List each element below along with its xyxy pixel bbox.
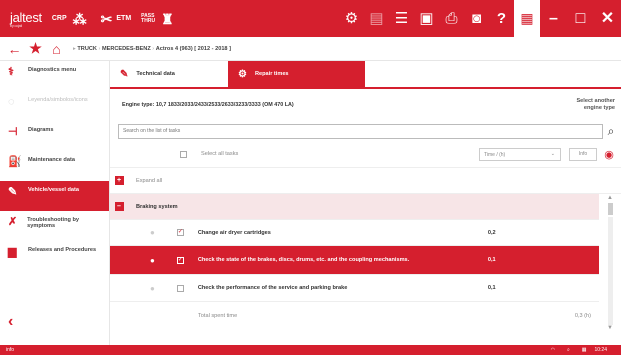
list-scrollbar[interactable]: ▲ ▼ bbox=[599, 195, 621, 331]
help-icon[interactable]: ? bbox=[489, 0, 514, 37]
save-icon[interactable]: ▣ bbox=[414, 0, 439, 37]
wrench-icon: ✎ bbox=[8, 186, 18, 198]
engine-type-row: Engine type: 10,7 1833/2033/2433/2533/26… bbox=[110, 89, 621, 121]
pass-thru-button[interactable]: PASS THRU ♜ bbox=[141, 12, 178, 26]
etm-button[interactable]: ✂ ETM bbox=[101, 12, 132, 26]
breadcrumb-segment[interactable]: MERCEDES-BENZ bbox=[102, 46, 151, 52]
status-bar: info ◠ ⌕ ▦ 10:24 bbox=[0, 345, 621, 355]
minus-icon[interactable]: – bbox=[114, 202, 124, 211]
info-button[interactable]: Info bbox=[569, 147, 597, 161]
top-toolbar: jaltest by cojali CRP ⁂ ✂ ETM PASS THRU … bbox=[0, 0, 621, 37]
jaltest-app: jaltest by cojali CRP ⁂ ✂ ETM PASS THRU … bbox=[0, 0, 621, 355]
sidebar-item-legend: ◌ Leyenda/simbolos/icons bbox=[8, 96, 88, 108]
back-arrow-icon[interactable]: ← bbox=[4, 41, 25, 57]
sidebar-item-diagnostics-menu[interactable]: ⚕ Diagnostics menu bbox=[0, 61, 109, 91]
task-row[interactable]: ● Check the performance of the service a… bbox=[110, 275, 599, 302]
repair-task-list: Select all tasks Time / (h) ⌄ Info ◉ + E… bbox=[110, 141, 621, 331]
wifi-icon: ◠ bbox=[550, 347, 555, 353]
chevron-down-icon: ⌄ bbox=[550, 150, 555, 157]
task-row[interactable]: ● ✓ Change air dryer cartridges 0,2 bbox=[110, 220, 599, 246]
total-time-value: 0,3 (h) bbox=[574, 312, 591, 319]
tab-repair-times[interactable]: ⚙ Repair times bbox=[228, 61, 365, 87]
scroll-down-icon[interactable]: ▼ bbox=[599, 325, 621, 331]
oil-can-icon: ⛽ bbox=[8, 156, 22, 168]
comment-bubble-icon[interactable]: ● bbox=[150, 228, 155, 237]
main-panel: ✎ Technical data ⚙ Repair times Engine t… bbox=[110, 61, 621, 345]
sidebar-item-troubleshooting[interactable]: ✗ Troubleshooting by symptoms bbox=[0, 211, 109, 241]
calendar-icon: ▦ bbox=[581, 347, 587, 353]
print-icon[interactable]: ⎙ bbox=[439, 0, 464, 37]
sidebar-item-releases[interactable]: ▆ Releases and Procedures bbox=[0, 241, 109, 271]
breadcrumb-segment[interactable]: TRUCK bbox=[77, 46, 97, 52]
comment-bubble-icon[interactable]: ● bbox=[150, 256, 155, 265]
headset-icon: ◌ bbox=[8, 96, 15, 108]
sidebar-item-vehicle-data[interactable]: ✎ Vehicle/vessel data bbox=[0, 181, 109, 211]
list-icon[interactable]: ☰ bbox=[389, 0, 414, 37]
tab-bar: ✎ Technical data ⚙ Repair times bbox=[110, 61, 621, 89]
breadcrumb-segment[interactable]: Actros 4 (963) [ 2012 - 2018 ] bbox=[156, 46, 231, 52]
select-all-checkbox[interactable] bbox=[180, 150, 187, 158]
eye-icon[interactable]: ◉ bbox=[597, 148, 621, 161]
search-row: ⌕ bbox=[110, 121, 621, 141]
connector-icon: ♜ bbox=[161, 10, 174, 27]
gear-clock-icon: ⚙ bbox=[238, 68, 247, 80]
wrench-icon: ✎ bbox=[120, 68, 129, 80]
expand-all-row: + Expand all bbox=[110, 168, 621, 194]
search-icon: ⌕ bbox=[566, 347, 570, 353]
troubleshooting-icon: ✗ bbox=[8, 216, 18, 228]
home-icon[interactable]: ⌂ bbox=[46, 41, 67, 57]
diagnostics-icon: ⚕ bbox=[8, 66, 14, 78]
crp-button[interactable]: CRP ⁂ bbox=[52, 12, 91, 26]
jaltest-logo: jaltest by cojali bbox=[10, 9, 42, 28]
sidebar: ⚕ Diagnostics menu ◌ Leyenda/simbolos/ic… bbox=[0, 61, 110, 345]
task-search-input[interactable] bbox=[118, 123, 603, 139]
comment-bubble-icon[interactable]: ● bbox=[150, 284, 155, 293]
expand-all-button[interactable]: Expand all bbox=[136, 178, 162, 184]
task-checkbox[interactable]: ✓ bbox=[176, 256, 184, 264]
collapse-sidebar-icon[interactable]: ‹ bbox=[8, 313, 13, 331]
sidebar-item-diagrams[interactable]: ⊣ Diagrams bbox=[0, 121, 109, 151]
minimize-button[interactable]: – bbox=[540, 0, 567, 37]
total-row: Total spent time 0,3 (h) bbox=[198, 312, 591, 319]
scroll-up-icon[interactable]: ▲ bbox=[599, 195, 621, 201]
group-row-braking-system[interactable]: – Braking system bbox=[110, 194, 599, 220]
favorite-star-icon[interactable]: ★ bbox=[25, 40, 46, 57]
engine-type-value: 10,7 1833/2033/2433/2533/2633/3233/3333 … bbox=[155, 102, 294, 108]
network-icon: ⁂ bbox=[72, 10, 87, 27]
document-stack-icon: ▆ bbox=[8, 246, 17, 258]
diagram-icon: ⊣ bbox=[8, 126, 18, 138]
clock-text: 10:24 bbox=[594, 347, 607, 353]
plus-icon[interactable]: + bbox=[114, 176, 124, 185]
task-checkbox[interactable]: ✓ bbox=[176, 229, 184, 236]
close-button[interactable]: ✕ bbox=[594, 0, 621, 37]
camera-icon[interactable]: ◙ bbox=[464, 0, 489, 37]
tab-technical-data[interactable]: ✎ Technical data bbox=[110, 61, 228, 87]
maximize-button[interactable]: □ bbox=[567, 0, 594, 37]
task-checkbox[interactable] bbox=[176, 284, 184, 292]
navigation-bar: ← ★ ⌂ ▸ TRUCK › MERCEDES-BENZ › Actros 4… bbox=[0, 37, 621, 61]
select-all-row: Select all tasks Time / (h) ⌄ Info ◉ bbox=[110, 141, 621, 168]
task-row-selected[interactable]: ● ✓ Check the state of the brakes, discs… bbox=[110, 246, 599, 275]
search-icon[interactable]: ⌕ bbox=[603, 124, 619, 139]
grid-icon[interactable]: ▦ bbox=[514, 0, 540, 37]
settings-cog-icon[interactable]: ⚙ bbox=[339, 0, 364, 37]
sidebar-item-maintenance-data[interactable]: ⛽ Maintenance data bbox=[0, 151, 109, 181]
breadcrumb: ▸ TRUCK › MERCEDES-BENZ › Actros 4 (963)… bbox=[73, 45, 231, 52]
scrollbar-thumb[interactable] bbox=[607, 203, 613, 215]
select-another-engine-button[interactable]: Select another engine type bbox=[561, 98, 621, 112]
tools-icon: ✂ bbox=[100, 10, 113, 27]
document-icon[interactable]: ▤ bbox=[364, 0, 389, 37]
time-unit-select[interactable]: Time / (h) ⌄ bbox=[479, 147, 561, 161]
